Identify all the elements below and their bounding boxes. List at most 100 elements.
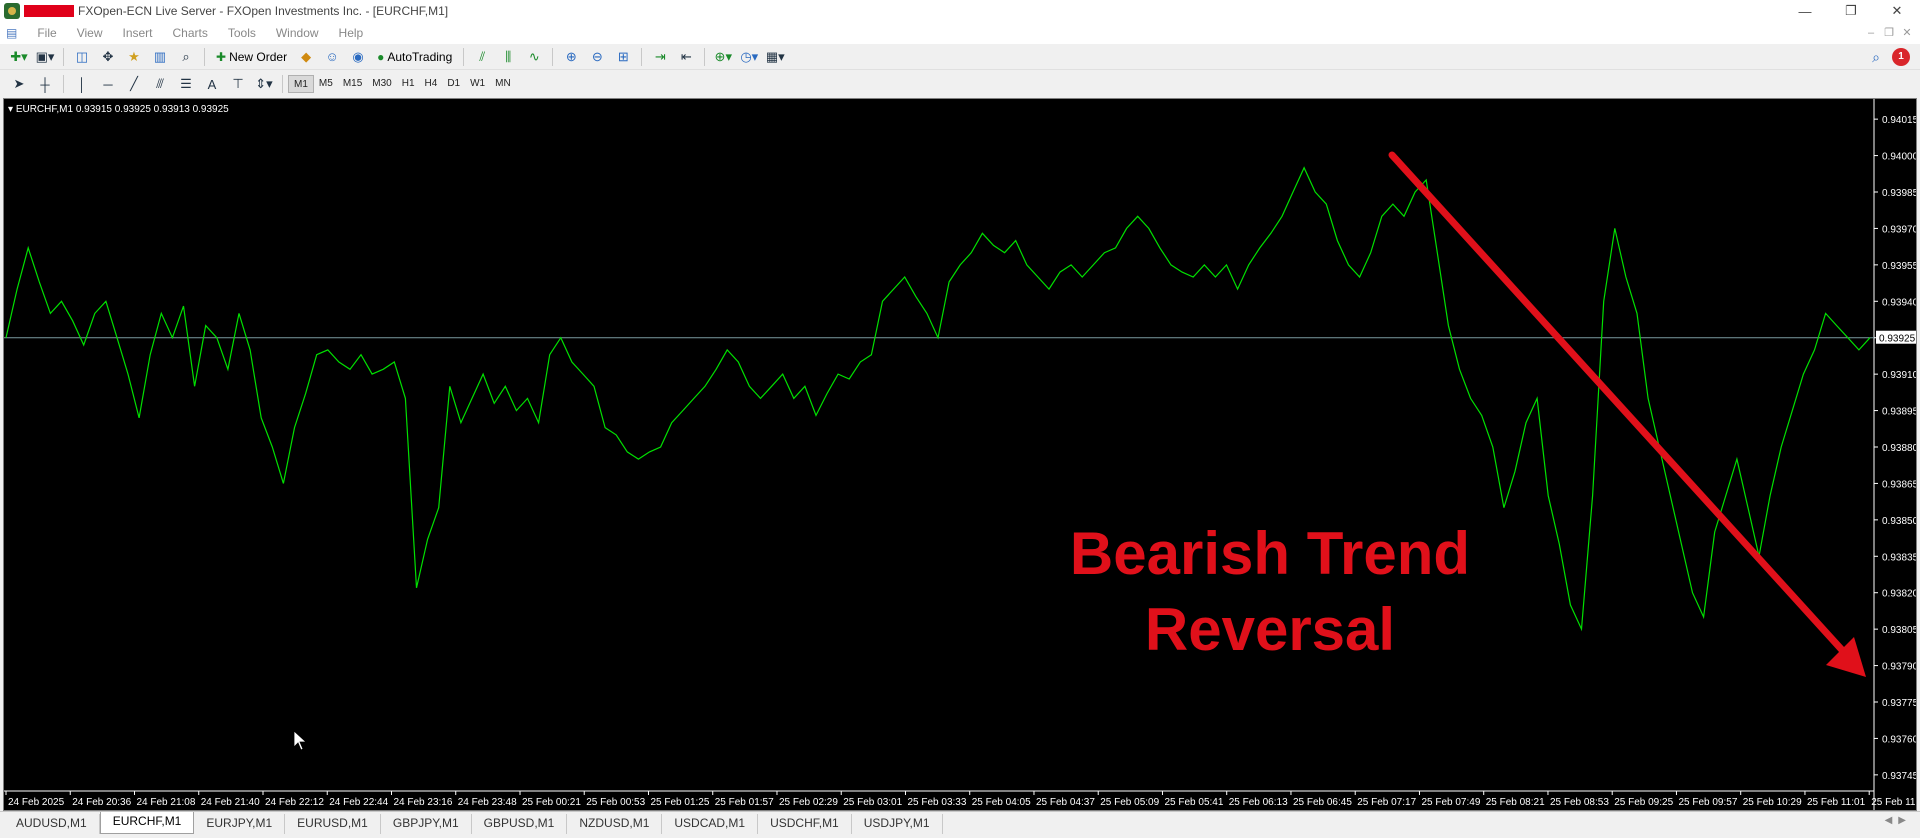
document-icon[interactable]: ▤ (0, 26, 27, 40)
channel-icon[interactable]: ⫻ (149, 74, 171, 94)
tile-windows-icon[interactable]: ⊞ (612, 47, 634, 67)
time-tick-label: 24 Feb 23:48 (458, 797, 517, 808)
tab-scroll-icon[interactable]: ◀▶ (1885, 815, 1912, 826)
menu-tools[interactable]: Tools (218, 26, 266, 40)
time-tick-label: 24 Feb 21:40 (201, 797, 260, 808)
timeframe-m5[interactable]: M5 (314, 75, 338, 93)
toolbar-separator (704, 47, 706, 66)
bar-chart-icon[interactable]: ⫽ (471, 47, 493, 67)
time-tick-label: 25 Feb 11:01 (1807, 797, 1866, 808)
notification-badge[interactable]: 1 (1892, 48, 1910, 66)
toolbar-separator (552, 47, 554, 66)
drawing-toolbar: ➤ ┼ │ ─ ╱ ⫻ ☰ A ⊤ ⇕▾ M1 M5 M15 M30 H1 H4… (0, 71, 1920, 97)
chart-tab[interactable]: NZDUSD,M1 (567, 814, 663, 834)
community-icon[interactable]: ☺ (321, 47, 343, 67)
menu-file[interactable]: File (27, 26, 66, 40)
timeframe-h1[interactable]: H1 (397, 75, 420, 93)
toolbar-separator (641, 47, 643, 66)
menu-help[interactable]: Help (329, 26, 374, 40)
metaeditor-icon[interactable]: ◆ (295, 47, 317, 67)
chart-tab[interactable]: USDJPY,M1 (852, 814, 943, 834)
time-tick-label: 25 Feb 06:45 (1293, 797, 1352, 808)
restore-icon[interactable]: ❐ (1828, 0, 1874, 22)
new-order-button[interactable]: ✚ New Order (212, 47, 291, 67)
chart-tab[interactable]: USDCHF,M1 (758, 814, 852, 834)
toolbar-separator (63, 75, 64, 93)
chart-tab[interactable]: GBPUSD,M1 (472, 814, 568, 834)
terminal-icon[interactable]: ▥ (149, 47, 171, 67)
minimize-icon[interactable]: — (1782, 0, 1828, 22)
annotation-line-1: Bearish Trend (1069, 520, 1471, 587)
time-tick-label: 25 Feb 01:57 (715, 797, 774, 808)
timeframe-mn[interactable]: MN (490, 75, 516, 93)
chart-tab[interactable]: USDCAD,M1 (662, 814, 759, 834)
menu-charts[interactable]: Charts (163, 26, 218, 40)
line-chart-icon[interactable]: ∿ (523, 47, 545, 67)
toolbar-separator (63, 47, 64, 66)
profiles-icon[interactable]: ▣▾ (34, 47, 56, 67)
menu-view[interactable]: View (67, 26, 113, 40)
price-tick-label: 0.93985 (1882, 188, 1916, 199)
zoom-out-icon[interactable]: ⊖ (586, 47, 608, 67)
timeframe-m15[interactable]: M15 (338, 75, 367, 93)
price-chart[interactable]: 0.94015 0.94000 0.93985 0.93970 0.93955 0.939… (4, 99, 1916, 810)
chart-tab[interactable]: AUDUSD,M1 (4, 814, 100, 834)
chart-tab[interactable]: EURCHF,M1 (99, 812, 195, 834)
price-tick-label: 0.93865 (1882, 479, 1916, 490)
time-tick-label: 25 Feb 02:29 (779, 797, 838, 808)
child-close-icon[interactable]: ✕ (1896, 24, 1918, 42)
timeframe-m1[interactable]: M1 (288, 75, 314, 93)
chart-shift-icon[interactable]: ⇤ (675, 47, 697, 67)
chart-tab[interactable]: EURJPY,M1 (194, 814, 286, 834)
menu-window[interactable]: Window (266, 26, 329, 40)
search-icon[interactable]: ⌕ (1872, 49, 1880, 66)
auto-scroll-icon[interactable]: ⇥ (649, 47, 671, 67)
indicators-icon[interactable]: ⊕▾ (712, 47, 734, 67)
price-tick-label: 0.93820 (1882, 589, 1916, 600)
time-tick-label: 25 Feb 05:41 (1164, 797, 1223, 808)
time-tick-label: 25 Feb 07:17 (1357, 797, 1416, 808)
templates-icon[interactable]: ▦▾ (764, 47, 786, 67)
market-watch-icon[interactable]: ◫ (71, 47, 93, 67)
data-window-icon[interactable]: ✥ (97, 47, 119, 67)
trendline-icon[interactable]: ╱ (123, 74, 145, 94)
timeframe-d1[interactable]: D1 (442, 75, 465, 93)
chart-window[interactable]: 0.94015 0.94000 0.93985 0.93970 0.93955 0.939… (3, 98, 1917, 811)
fibonacci-icon[interactable]: ☰ (175, 74, 197, 94)
horizontal-line-icon[interactable]: ─ (97, 74, 119, 94)
strategy-tester-icon[interactable]: ⌕ (175, 47, 197, 67)
close-icon[interactable]: ✕ (1874, 0, 1920, 22)
time-tick-label: 25 Feb 04:37 (1036, 797, 1095, 808)
time-tick-label: 25 Feb 09:25 (1614, 797, 1673, 808)
price-tick-label: 0.93745 (1882, 771, 1916, 782)
arrows-icon[interactable]: ⇕▾ (253, 74, 275, 94)
zoom-in-icon[interactable]: ⊕ (560, 47, 582, 67)
redacted-account-label (24, 5, 74, 17)
chart-tab[interactable]: EURUSD,M1 (285, 814, 381, 834)
time-tick-label: 25 Feb 00:53 (586, 797, 645, 808)
time-tick-label: 25 Feb 03:01 (843, 797, 902, 808)
crosshair-icon[interactable]: ┼ (34, 74, 56, 94)
annotation-line-2: Reversal (1144, 596, 1396, 663)
price-tick-label: 0.93970 (1882, 224, 1916, 235)
new-chart-icon[interactable]: ✚▾ (8, 47, 30, 67)
periods-icon[interactable]: ◷▾ (738, 47, 760, 67)
chart-tab[interactable]: GBPJPY,M1 (381, 814, 472, 834)
menu-insert[interactable]: Insert (112, 26, 162, 40)
price-tick-label: 0.93760 (1882, 734, 1916, 745)
time-tick-label: 25 Feb 07:49 (1421, 797, 1480, 808)
autotrading-button[interactable]: ● AutoTrading (373, 47, 456, 67)
timeframe-w1[interactable]: W1 (465, 75, 490, 93)
timeframe-m30[interactable]: M30 (367, 75, 396, 93)
text-icon[interactable]: A (201, 74, 223, 94)
trend-annotation: Bearish Trend Reversal (1030, 516, 1510, 668)
price-series-line (5, 166, 1871, 632)
text-label-icon[interactable]: ⊤ (227, 74, 249, 94)
vertical-line-icon[interactable]: │ (71, 74, 93, 94)
price-tick-label: 0.93775 (1882, 698, 1916, 709)
cursor-icon[interactable]: ➤ (8, 74, 30, 94)
signals-icon[interactable]: ◉ (347, 47, 369, 67)
navigator-icon[interactable]: ★ (123, 47, 145, 67)
candlestick-icon[interactable]: ⫼ (497, 47, 519, 67)
timeframe-h4[interactable]: H4 (420, 75, 443, 93)
